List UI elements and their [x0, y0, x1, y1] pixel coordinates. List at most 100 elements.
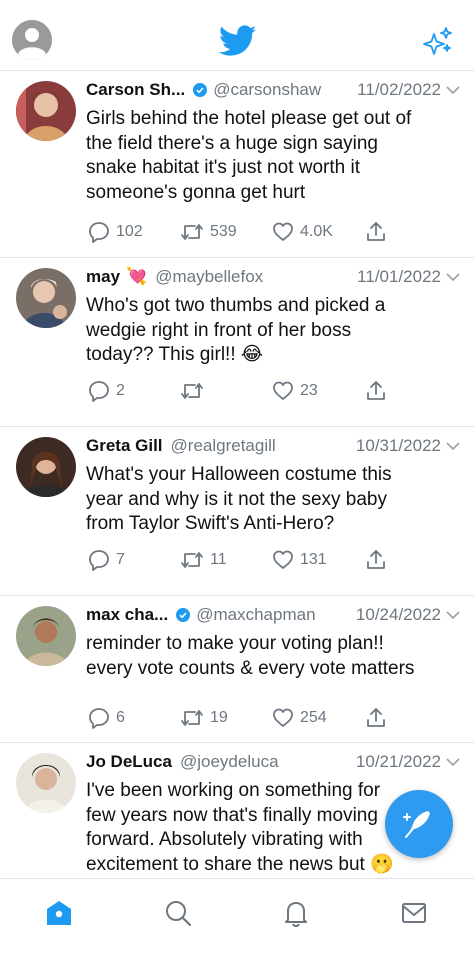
verified-badge-icon — [176, 608, 191, 622]
tweet-text-line: the field there's a huge sign saying — [86, 132, 378, 154]
display-name[interactable]: Greta Gill — [86, 436, 163, 456]
retweet-icon — [181, 224, 203, 240]
tweet-text-line: excitement to share the news but 🫢 — [86, 853, 394, 875]
heart-icon — [273, 381, 293, 400]
share-button[interactable] — [364, 380, 388, 402]
share-button[interactable] — [364, 221, 388, 243]
chevron-down-icon[interactable] — [446, 85, 460, 95]
home-icon[interactable] — [45, 899, 73, 927]
timeline-feed[interactable]: Carson Sh... @carsonshaw 11/02/2022 Girl… — [0, 71, 474, 877]
reply-icon — [89, 381, 109, 402]
avatar[interactable] — [16, 437, 76, 497]
reply-button[interactable]: 2 — [88, 380, 180, 402]
like-button[interactable]: 23 — [272, 380, 364, 402]
chevron-down-icon[interactable] — [446, 757, 460, 767]
retweet-button[interactable]: 11 — [180, 549, 272, 571]
avatar[interactable] — [16, 753, 76, 813]
tweet-text-line: snake habitat it's just not worth it — [86, 157, 360, 178]
tweet-actions: 7 11 131 — [88, 548, 398, 572]
reply-button[interactable]: 102 — [88, 221, 180, 243]
tweet-actions: 6 19 254 — [88, 706, 398, 730]
tweet-text: reminder to make your voting plan!! ever… — [86, 632, 456, 681]
reply-count: 102 — [116, 223, 143, 240]
display-name[interactable]: Carson Sh... — [86, 80, 185, 100]
tweet-text-line: What's your Halloween costume this — [86, 464, 392, 485]
bottom-tab-bar — [0, 878, 474, 954]
chevron-down-icon[interactable] — [446, 272, 460, 282]
retweet-count: 539 — [210, 223, 237, 240]
retweet-button[interactable] — [180, 380, 272, 402]
avatar[interactable] — [16, 81, 76, 141]
tweet-date: 10/31/2022 — [355, 436, 441, 455]
like-button[interactable]: 131 — [272, 549, 364, 571]
tweet-text-line: every vote counts & every vote matters — [86, 657, 415, 679]
notifications-icon[interactable] — [282, 899, 310, 927]
heart-icon — [273, 222, 293, 241]
user-handle[interactable]: @realgretagill — [171, 436, 276, 456]
compose-feather-icon — [403, 811, 430, 838]
user-handle[interactable]: @maybellefox — [155, 267, 263, 287]
retweet-icon — [181, 383, 203, 399]
tweet-actions: 2 23 — [88, 379, 398, 403]
tweet[interactable]: Greta Gill @realgretagill 10/31/2022 Wha… — [0, 427, 474, 596]
retweet-count: 19 — [210, 709, 228, 726]
like-button[interactable]: 4.0K — [272, 221, 364, 243]
reply-button[interactable]: 7 — [88, 549, 180, 571]
verified-badge-icon — [193, 83, 208, 97]
reply-button[interactable]: 6 — [88, 707, 180, 729]
tweet-date: 10/24/2022 — [355, 605, 441, 624]
compose-tweet-button[interactable] — [385, 790, 453, 858]
reply-icon — [89, 222, 109, 243]
display-name[interactable]: max cha... — [86, 605, 168, 625]
like-count: 254 — [300, 709, 327, 726]
tweet-actions: 102 539 4.0K — [88, 220, 398, 244]
profile-icon[interactable] — [12, 20, 52, 60]
tweet-text-line: reminder to make your voting plan!! — [86, 633, 384, 654]
reply-count: 6 — [116, 709, 125, 726]
avatar[interactable] — [16, 268, 76, 328]
tweet-text-line: someone's gonna get hurt — [86, 181, 306, 203]
reply-icon — [89, 708, 109, 729]
heart-emoji: 💘 — [126, 267, 148, 286]
share-button[interactable] — [364, 549, 388, 571]
reply-count: 2 — [116, 382, 125, 399]
sparkle-icon[interactable] — [422, 26, 454, 58]
retweet-button[interactable]: 539 — [180, 221, 272, 243]
share-icon — [367, 708, 385, 727]
tweet-text-line: from Taylor Swift's Anti-Hero? — [86, 513, 335, 534]
retweet-count: 11 — [210, 551, 227, 568]
retweet-icon — [181, 552, 203, 568]
tweet-text: What's your Halloween costume this year … — [86, 463, 456, 537]
tweet[interactable]: may 💘 @maybellefox 11/01/2022 Who's got … — [0, 258, 474, 427]
share-icon — [367, 550, 385, 569]
share-button[interactable] — [364, 707, 388, 729]
tweet-text-line: Girls behind the hotel please get out of — [86, 108, 412, 129]
retweet-button[interactable]: 19 — [180, 707, 272, 729]
tweet[interactable]: max cha... @maxchapman 10/24/2022 remind… — [0, 596, 474, 743]
tweet-text-line: wedgie right in front of her boss — [86, 319, 352, 341]
tweet-text-line: today?? This girl!! 😂 — [86, 344, 264, 365]
search-icon[interactable] — [164, 899, 192, 927]
share-icon — [367, 381, 385, 400]
tweet-text-line: Who's got two thumbs and picked a — [86, 295, 386, 316]
retweet-icon — [181, 710, 203, 726]
display-name[interactable]: may — [86, 267, 120, 287]
tweet-text-line: year and why is it not the sexy baby — [86, 488, 387, 510]
like-count: 131 — [300, 551, 327, 568]
user-handle[interactable]: @carsonshaw — [213, 80, 321, 100]
user-handle[interactable]: @maxchapman — [196, 605, 315, 625]
chevron-down-icon[interactable] — [446, 610, 460, 620]
chevron-down-icon[interactable] — [446, 441, 460, 451]
heart-icon — [273, 550, 293, 569]
tweet-date: 11/01/2022 — [357, 267, 441, 286]
display-name[interactable]: Jo DeLuca — [86, 752, 172, 772]
tweet-date: 11/02/2022 — [357, 80, 441, 99]
reply-icon — [89, 550, 109, 571]
messages-icon[interactable] — [400, 899, 428, 927]
avatar[interactable] — [16, 606, 76, 666]
share-icon — [367, 222, 385, 241]
reply-count: 7 — [116, 551, 125, 568]
user-handle[interactable]: @joeydeluca — [180, 752, 279, 772]
like-button[interactable]: 254 — [272, 707, 364, 729]
tweet[interactable]: Carson Sh... @carsonshaw 11/02/2022 Girl… — [0, 71, 474, 258]
